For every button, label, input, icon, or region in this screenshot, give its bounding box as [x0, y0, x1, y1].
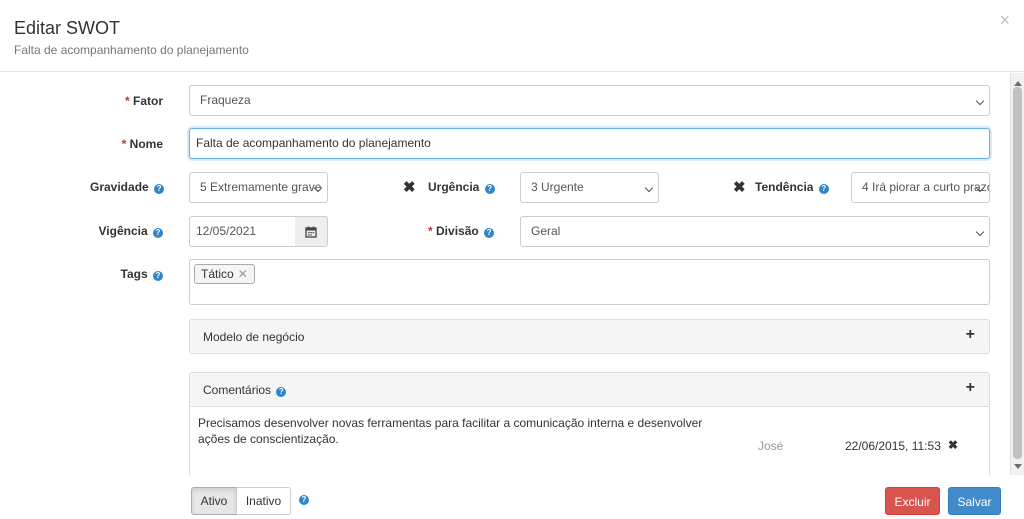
divisao-label: * Divisão ? — [428, 224, 495, 238]
tag-chip: Tático ✕ — [194, 264, 255, 284]
tag-label: Tático — [201, 267, 234, 281]
panel-title: Comentários ? — [203, 383, 287, 397]
chevron-down-icon — [975, 96, 985, 106]
tags-label: Tags ? — [100, 267, 163, 281]
multiply-icon: ✖ — [733, 179, 746, 196]
panel-title: Modelo de negócio — [203, 330, 305, 344]
divisao-value: Geral — [531, 224, 561, 238]
urgencia-select[interactable]: 3 Urgente — [520, 172, 659, 203]
tendencia-value: 4 Irá piorar a curto prazo — [862, 180, 990, 194]
vigencia-value: 12/05/2021 — [196, 224, 257, 238]
chevron-down-icon — [644, 183, 654, 193]
scrollbar-thumb[interactable] — [1013, 87, 1022, 459]
scroll-up-arrow[interactable] — [1014, 81, 1022, 86]
help-icon[interactable]: ? — [276, 387, 287, 397]
nome-input[interactable]: Falta de acompanhamento do planejamento — [189, 128, 990, 159]
close-icon[interactable]: × — [999, 10, 1010, 31]
calendar-icon — [305, 226, 317, 238]
calendar-button[interactable] — [295, 216, 328, 247]
urgencia-label: Urgência ? — [428, 180, 495, 194]
scrollbar[interactable] — [1010, 73, 1024, 475]
help-icon[interactable]: ? — [153, 228, 163, 238]
help-icon[interactable]: ? — [299, 495, 309, 505]
help-icon[interactable]: ? — [154, 184, 165, 194]
required-mark: * — [428, 224, 433, 238]
panel-header[interactable]: Comentários ? + — [190, 373, 989, 407]
help-icon[interactable]: ? — [484, 228, 495, 238]
urgencia-value: 3 Urgente — [531, 180, 584, 194]
modal-subtitle: Falta de acompanhamento do planejamento — [14, 43, 249, 57]
required-mark: * — [124, 94, 130, 108]
gravidade-value: 5 Extremamente grave — [200, 180, 322, 194]
modal-footer: Ativo Inativo ? Excluir Salvar — [0, 475, 1024, 519]
comment-text: Precisamos desenvolver novas ferramentas… — [198, 416, 703, 446]
fator-value: Fraqueza — [200, 93, 251, 107]
plus-icon[interactable]: + — [966, 326, 975, 344]
vigencia-label: Vigência ? — [90, 224, 163, 238]
comment-author: José — [758, 439, 784, 453]
plus-icon[interactable]: + — [966, 379, 975, 397]
remove-tag-icon[interactable]: ✕ — [238, 267, 248, 281]
urgencia-label-text: Urgência — [428, 180, 480, 194]
multiply-icon: ✖ — [403, 179, 416, 196]
comment-row: Precisamos desenvolver novas ferramentas… — [190, 407, 989, 475]
tendencia-select[interactable]: 4 Irá piorar a curto prazo — [851, 172, 990, 203]
status-inativo-button[interactable]: Inativo — [236, 487, 291, 515]
divisao-select[interactable]: Geral — [520, 216, 990, 247]
help-icon[interactable]: ? — [153, 271, 163, 281]
salvar-button[interactable]: Salvar — [948, 487, 1001, 515]
delete-icon[interactable]: ✖ — [948, 438, 958, 452]
vigencia-input[interactable]: 12/05/2021 — [189, 216, 296, 247]
nome-value: Falta de acompanhamento do planejamento — [196, 136, 431, 150]
comment-date: 22/06/2015, 11:53 — [845, 439, 941, 453]
tags-label-text: Tags — [120, 267, 148, 281]
panel-modelo-negocio: Modelo de negócio + — [189, 319, 990, 354]
scroll-down-arrow[interactable] — [1014, 464, 1022, 469]
fator-label: * Fator — [100, 94, 163, 108]
nome-label: * Nome — [100, 137, 163, 151]
vigencia-label-text: Vigência — [98, 224, 148, 238]
modal-header: Editar SWOT Falta de acompanhamento do p… — [0, 0, 1024, 72]
help-icon[interactable]: ? — [818, 184, 829, 194]
panel-title-text: Comentários — [203, 383, 272, 397]
gravidade-select[interactable]: 5 Extremamente grave — [189, 172, 328, 203]
status-ativo-button[interactable]: Ativo — [191, 487, 237, 515]
panel-header[interactable]: Modelo de negócio + — [190, 320, 989, 353]
chevron-down-icon — [975, 227, 985, 237]
help-icon[interactable]: ? — [484, 184, 495, 194]
modal-title: Editar SWOT — [14, 18, 121, 38]
tendencia-label: Tendência ? — [755, 180, 829, 194]
nome-label-text: Nome — [129, 137, 163, 151]
panel-comentarios: Comentários ? + Precisamos desenvolver n… — [189, 372, 990, 475]
fator-select[interactable]: Fraqueza — [189, 85, 990, 116]
tendencia-label-text: Tendência — [755, 180, 814, 194]
divisao-label-text: Divisão — [436, 224, 479, 238]
fator-label-text: Fator — [133, 94, 163, 108]
gravidade-label: Gravidade ? — [90, 180, 165, 194]
excluir-button[interactable]: Excluir — [885, 487, 940, 515]
tags-input[interactable]: Tático ✕ — [189, 259, 990, 305]
required-mark: * — [121, 137, 127, 151]
gravidade-label-text: Gravidade — [90, 180, 149, 194]
